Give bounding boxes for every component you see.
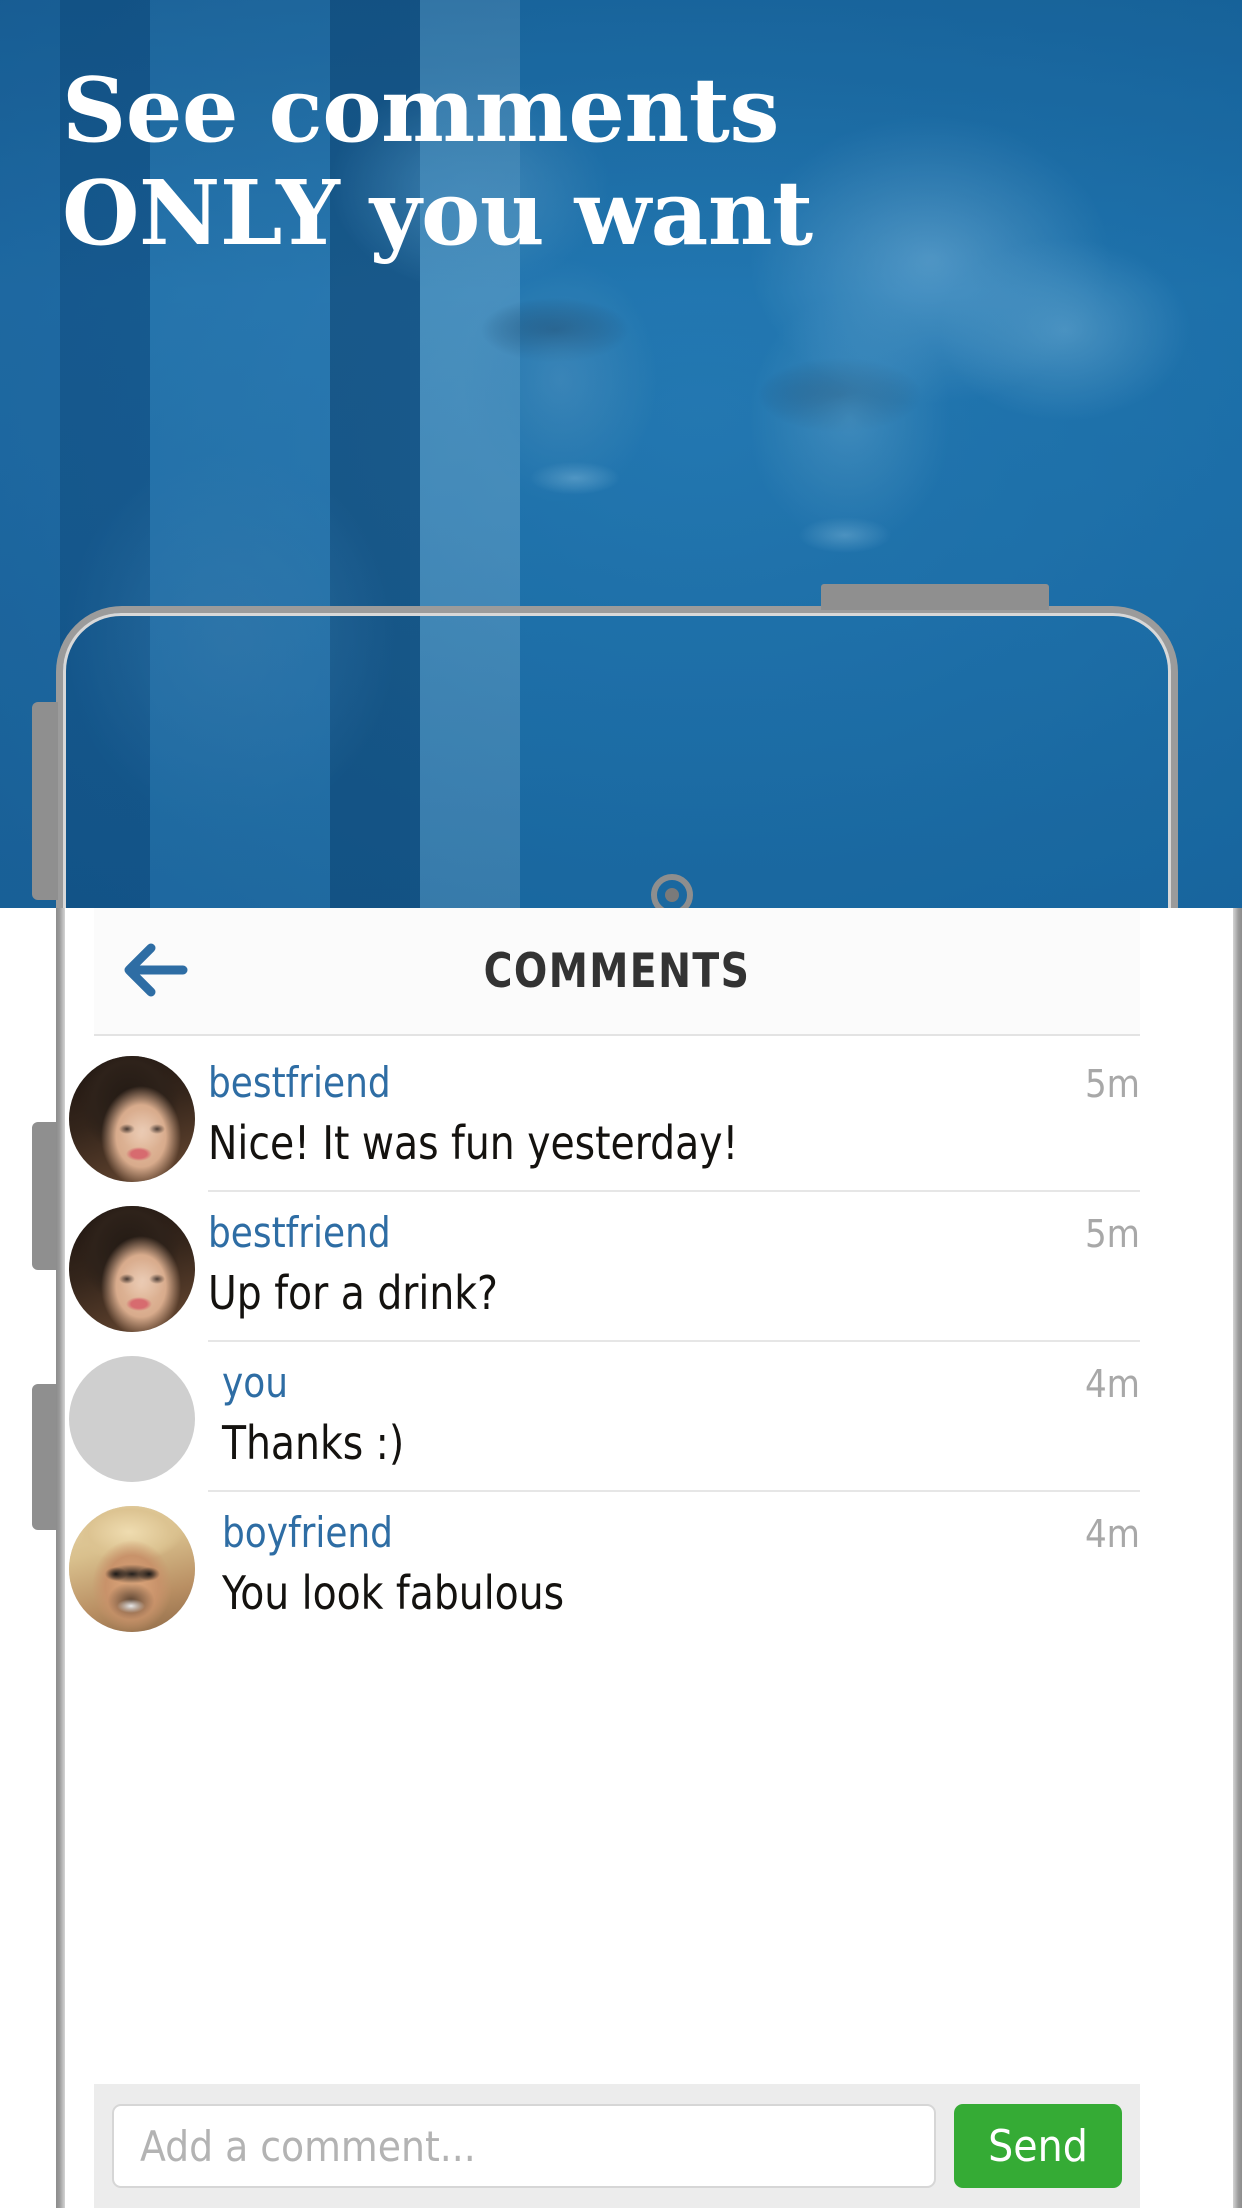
comment-timestamp: 5m <box>1084 1212 1140 1256</box>
avatar[interactable] <box>69 1056 195 1182</box>
avatar-container <box>56 1490 208 1632</box>
comment-username[interactable]: boyfriend <box>222 1508 393 1557</box>
avatar-container <box>56 1190 208 1332</box>
phone-right-edge <box>1233 908 1242 2208</box>
comment-username[interactable]: you <box>222 1358 288 1407</box>
comment-meta: bestfriend 5m <box>208 1208 1140 1257</box>
avatar-container <box>56 1040 208 1182</box>
comment-meta: bestfriend 5m <box>208 1058 1140 1107</box>
comment-text: Up for a drink? <box>208 1266 498 1320</box>
comment-input[interactable]: Add a comment... <box>112 2104 936 2188</box>
comments-list[interactable]: bestfriend 5m Nice! It was fun yesterday… <box>56 1036 1178 2084</box>
avatar[interactable] <box>69 1206 195 1332</box>
comment-body: bestfriend 5m Up for a drink? <box>208 1190 1140 1340</box>
comment-text: You look fabulous <box>222 1566 565 1620</box>
comment-row[interactable]: bestfriend 5m Nice! It was fun yesterday… <box>56 1040 1178 1190</box>
comment-body: boyfriend 4m You look fabulous <box>208 1490 1140 1640</box>
comment-meta: you 4m <box>222 1358 1140 1407</box>
avatar[interactable] <box>69 1506 195 1632</box>
avatar-container <box>56 1340 208 1482</box>
comment-text: Thanks :) <box>222 1416 405 1470</box>
comment-text: Nice! It was fun yesterday! <box>208 1116 739 1170</box>
comment-row[interactable]: boyfriend 4m You look fabulous <box>56 1490 1178 1640</box>
page-title: COMMENTS <box>483 943 751 999</box>
phone-top-tab <box>821 584 1049 610</box>
comment-timestamp: 4m <box>1084 1362 1140 1406</box>
hero-headline: See comments ONLY you want <box>62 57 813 266</box>
phone-power-button[interactable] <box>32 1384 58 1530</box>
phone-volume-down-button[interactable] <box>32 1122 58 1270</box>
comment-body: you 4m Thanks :) <box>208 1340 1140 1490</box>
phone-left-edge <box>56 908 65 2208</box>
comment-timestamp: 4m <box>1084 1512 1140 1556</box>
row-divider <box>208 1490 1140 1492</box>
comment-row[interactable]: bestfriend 5m Up for a drink? <box>56 1190 1178 1340</box>
comment-username[interactable]: bestfriend <box>208 1208 391 1257</box>
phone-volume-up-button[interactable] <box>32 702 58 900</box>
comment-meta: boyfriend 4m <box>222 1508 1140 1557</box>
row-divider <box>208 1340 1140 1342</box>
send-button[interactable]: Send <box>954 2104 1122 2188</box>
row-divider <box>208 1190 1140 1192</box>
comments-header: COMMENTS <box>94 908 1140 1036</box>
front-camera-lens-icon <box>665 888 679 902</box>
comment-username[interactable]: bestfriend <box>208 1058 391 1107</box>
back-button[interactable] <box>108 923 204 1019</box>
avatar[interactable] <box>69 1356 195 1482</box>
back-arrow-icon <box>121 943 191 999</box>
comment-row[interactable]: you 4m Thanks :) <box>56 1340 1178 1490</box>
comment-timestamp: 5m <box>1084 1062 1140 1106</box>
comment-body: bestfriend 5m Nice! It was fun yesterday… <box>208 1040 1140 1190</box>
comment-composer: Add a comment... Send <box>94 2084 1140 2208</box>
phone-screen: COMMENTS bestfriend 5m Nice! It was fun … <box>56 908 1178 2208</box>
